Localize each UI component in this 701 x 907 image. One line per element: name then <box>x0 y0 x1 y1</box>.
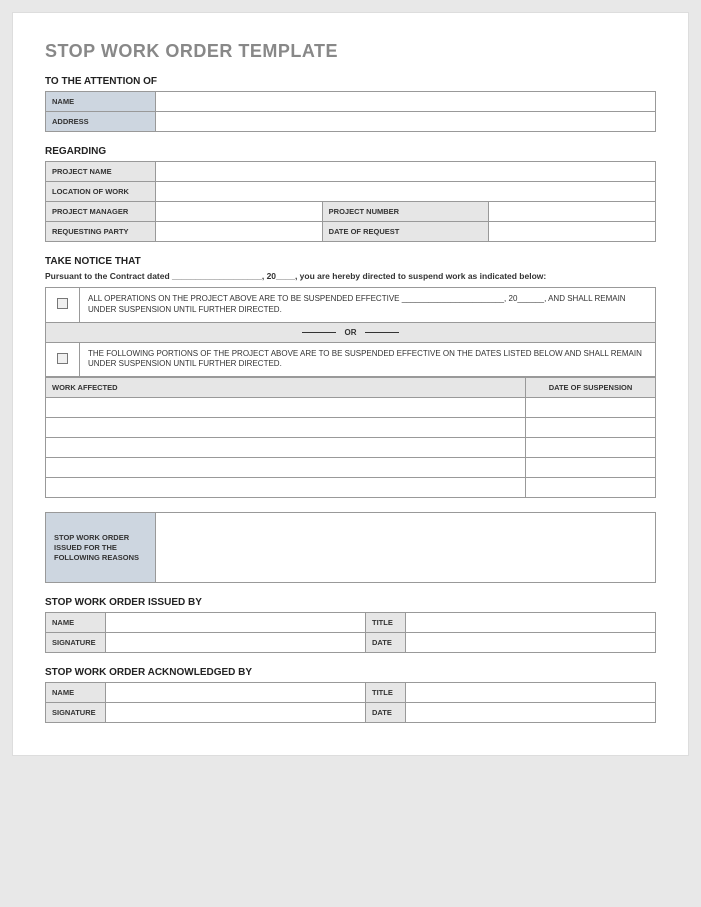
date-suspension-header: DATE OF SUSPENSION <box>526 378 656 398</box>
checkbox-icon <box>57 353 68 364</box>
ack-title-field[interactable] <box>406 683 656 703</box>
ack-by-table: NAME TITLE SIGNATURE DATE <box>45 682 656 723</box>
attention-name-field[interactable] <box>156 92 656 112</box>
or-separator: OR <box>46 322 656 342</box>
or-label: OR <box>345 328 357 337</box>
work-row-4-date[interactable] <box>526 458 656 478</box>
issued-by-table: NAME TITLE SIGNATURE DATE <box>45 612 656 653</box>
attention-name-label: NAME <box>46 92 156 112</box>
attention-address-field[interactable] <box>156 112 656 132</box>
attention-address-label: ADDRESS <box>46 112 156 132</box>
pm-field[interactable] <box>156 202 323 222</box>
option-b-checkbox-cell[interactable] <box>46 342 80 377</box>
dash-icon <box>365 332 399 333</box>
project-name-field[interactable] <box>156 162 656 182</box>
issued-date-label: DATE <box>366 633 406 653</box>
option-a-checkbox-cell[interactable] <box>46 288 80 323</box>
notice-heading: TAKE NOTICE THAT <box>45 256 656 267</box>
work-row-1-date[interactable] <box>526 398 656 418</box>
work-row-5-affected[interactable] <box>46 478 526 498</box>
issued-title-label: TITLE <box>366 613 406 633</box>
work-row-2-affected[interactable] <box>46 418 526 438</box>
project-number-field[interactable] <box>489 202 656 222</box>
page-title: STOP WORK ORDER TEMPLATE <box>45 41 656 62</box>
reasons-label: STOP WORK ORDER ISSUED FOR THE FOLLOWING… <box>46 513 156 583</box>
project-number-label: PROJECT NUMBER <box>322 202 489 222</box>
dash-icon <box>302 332 336 333</box>
notice-options-table: ALL OPERATIONS ON THE PROJECT ABOVE ARE … <box>45 287 656 377</box>
issued-title-field[interactable] <box>406 613 656 633</box>
work-row-4-affected[interactable] <box>46 458 526 478</box>
work-affected-header: WORK AFFECTED <box>46 378 526 398</box>
notice-pursuant: Pursuant to the Contract dated _________… <box>45 271 656 281</box>
work-affected-table: WORK AFFECTED DATE OF SUSPENSION <box>45 377 656 498</box>
date-request-field[interactable] <box>489 222 656 242</box>
project-name-label: PROJECT NAME <box>46 162 156 182</box>
regarding-table: PROJECT NAME LOCATION OF WORK PROJECT MA… <box>45 161 656 242</box>
work-row-5-date[interactable] <box>526 478 656 498</box>
requesting-party-label: REQUESTING PARTY <box>46 222 156 242</box>
location-field[interactable] <box>156 182 656 202</box>
work-row-2-date[interactable] <box>526 418 656 438</box>
date-request-label: DATE OF REQUEST <box>322 222 489 242</box>
option-b-text: THE FOLLOWING PORTIONS OF THE PROJECT AB… <box>80 342 656 377</box>
ack-name-label: NAME <box>46 683 106 703</box>
ack-title-label: TITLE <box>366 683 406 703</box>
work-row-1-affected[interactable] <box>46 398 526 418</box>
attention-heading: TO THE ATTENTION OF <box>45 76 656 87</box>
ack-by-heading: STOP WORK ORDER ACKNOWLEDGED BY <box>45 667 656 678</box>
issued-date-field[interactable] <box>406 633 656 653</box>
work-row-3-affected[interactable] <box>46 438 526 458</box>
ack-name-field[interactable] <box>106 683 366 703</box>
pm-label: PROJECT MANAGER <box>46 202 156 222</box>
reasons-table: STOP WORK ORDER ISSUED FOR THE FOLLOWING… <box>45 512 656 583</box>
option-a-text: ALL OPERATIONS ON THE PROJECT ABOVE ARE … <box>80 288 656 323</box>
work-row-3-date[interactable] <box>526 438 656 458</box>
ack-date-field[interactable] <box>406 703 656 723</box>
reasons-field[interactable] <box>156 513 656 583</box>
ack-signature-field[interactable] <box>106 703 366 723</box>
ack-date-label: DATE <box>366 703 406 723</box>
ack-signature-label: SIGNATURE <box>46 703 106 723</box>
attention-table: NAME ADDRESS <box>45 91 656 132</box>
document-page: STOP WORK ORDER TEMPLATE TO THE ATTENTIO… <box>12 12 689 756</box>
checkbox-icon <box>57 298 68 309</box>
location-label: LOCATION OF WORK <box>46 182 156 202</box>
issued-signature-field[interactable] <box>106 633 366 653</box>
regarding-heading: REGARDING <box>45 146 656 157</box>
issued-name-field[interactable] <box>106 613 366 633</box>
issued-signature-label: SIGNATURE <box>46 633 106 653</box>
issued-by-heading: STOP WORK ORDER ISSUED BY <box>45 597 656 608</box>
issued-name-label: NAME <box>46 613 106 633</box>
requesting-party-field[interactable] <box>156 222 323 242</box>
